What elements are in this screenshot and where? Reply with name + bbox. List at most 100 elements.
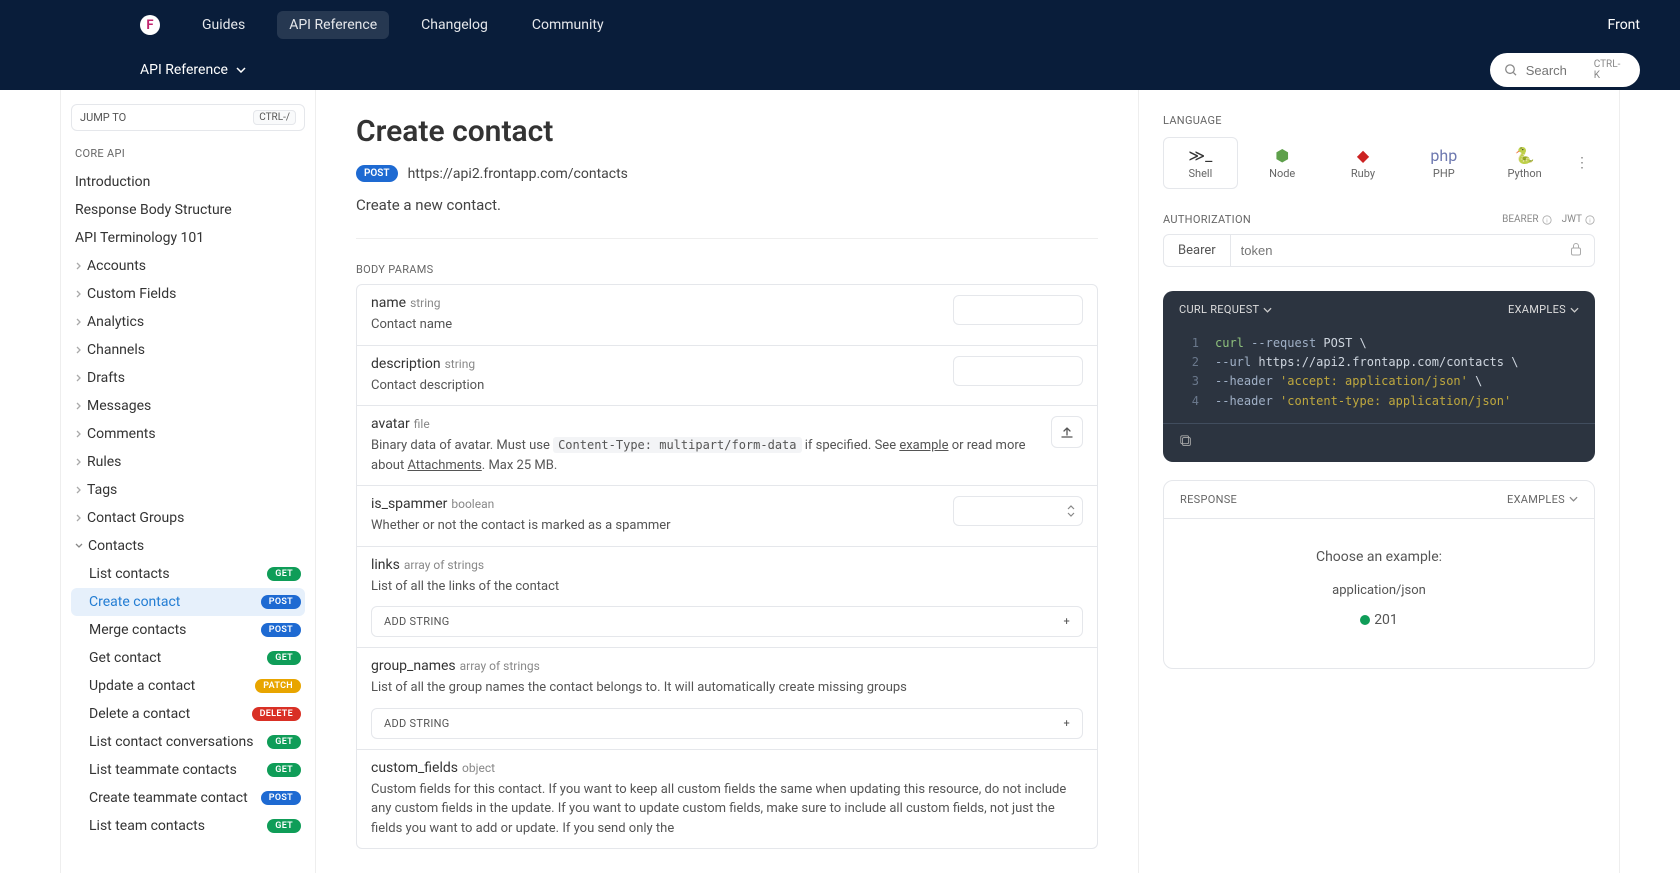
response-examples-dropdown[interactable]: EXAMPLES bbox=[1507, 493, 1578, 506]
sidebar-group[interactable]: Comments bbox=[71, 420, 305, 448]
more-languages-button[interactable]: ⋮ bbox=[1569, 149, 1595, 177]
chevron-right-icon bbox=[75, 514, 82, 522]
chevron-right-icon bbox=[75, 290, 82, 298]
chevron-down-icon bbox=[1569, 496, 1578, 502]
api-reference-dropdown[interactable]: API Reference bbox=[140, 62, 246, 78]
sidebar-endpoint[interactable]: List contact conversationsGET bbox=[71, 728, 305, 756]
param-row: custom_fieldsobjectCustom fields for thi… bbox=[357, 750, 1097, 849]
nav-link-api-reference[interactable]: API Reference bbox=[277, 11, 389, 39]
sidebar-endpoint[interactable]: Get contactGET bbox=[71, 644, 305, 672]
brand-name: Front bbox=[1608, 17, 1640, 33]
nav-link-community[interactable]: Community bbox=[520, 11, 616, 39]
code-examples-dropdown[interactable]: EXAMPLES bbox=[1508, 303, 1579, 316]
nav-link-guides[interactable]: Guides bbox=[190, 11, 257, 39]
sidebar-endpoint[interactable]: List teammate contactsGET bbox=[71, 756, 305, 784]
param-row: linksarray of stringsList of all the lin… bbox=[357, 547, 1097, 649]
upload-button[interactable] bbox=[1051, 416, 1083, 448]
info-icon: i bbox=[1585, 215, 1595, 225]
nav-link-changelog[interactable]: Changelog bbox=[409, 11, 500, 39]
code-title-dropdown[interactable]: CURL REQUEST bbox=[1179, 303, 1272, 316]
sidebar-endpoint[interactable]: Create teammate contactPOST bbox=[71, 784, 305, 812]
param-row: namestringContact name bbox=[357, 285, 1097, 346]
sub-title: API Reference bbox=[140, 62, 228, 78]
lang-tab-python[interactable]: 🐍Python bbox=[1488, 138, 1561, 188]
sidebar-group[interactable]: Rules bbox=[71, 448, 305, 476]
response-status[interactable]: 201 bbox=[1180, 612, 1578, 628]
sidebar-endpoint[interactable]: Delete a contactDELETE bbox=[71, 700, 305, 728]
stepper-icon bbox=[1066, 504, 1076, 518]
sidebar-endpoint[interactable]: List contactsGET bbox=[71, 560, 305, 588]
param-input[interactable] bbox=[953, 356, 1083, 386]
sidebar-group[interactable]: Custom Fields bbox=[71, 280, 305, 308]
chevron-right-icon bbox=[75, 318, 82, 326]
logo[interactable]: F bbox=[140, 15, 160, 35]
sidebar-group[interactable]: Accounts bbox=[71, 252, 305, 280]
sidebar-endpoint[interactable]: List team contactsGET bbox=[71, 812, 305, 840]
method-pill: POST bbox=[356, 165, 398, 182]
copy-icon[interactable] bbox=[1179, 436, 1193, 452]
lock-icon bbox=[1558, 242, 1594, 260]
lang-tab-ruby[interactable]: ◆Ruby bbox=[1327, 138, 1400, 188]
chevron-right-icon bbox=[75, 374, 82, 382]
sidebar-group[interactable]: Channels bbox=[71, 336, 305, 364]
param-row: group_namesarray of stringsList of all t… bbox=[357, 648, 1097, 750]
sidebar-endpoint[interactable]: Create contactPOST bbox=[71, 588, 305, 616]
body-params-label: BODY PARAMS bbox=[356, 263, 1098, 276]
search-box[interactable]: CTRL-K bbox=[1490, 53, 1640, 87]
chevron-right-icon bbox=[75, 346, 82, 354]
chevron-right-icon bbox=[75, 458, 82, 466]
svg-text:i: i bbox=[1546, 218, 1548, 224]
auth-token-input[interactable] bbox=[1231, 235, 1558, 266]
chevron-down-icon bbox=[236, 67, 246, 73]
param-input[interactable] bbox=[953, 295, 1083, 325]
page-title: Create contact bbox=[356, 114, 1098, 149]
response-mime[interactable]: application/json bbox=[1180, 583, 1578, 598]
sidebar-group[interactable]: Drafts bbox=[71, 364, 305, 392]
param-select[interactable] bbox=[953, 496, 1083, 526]
authorization-label: AUTHORIZATION bbox=[1163, 213, 1251, 226]
page-description: Create a new contact. bbox=[356, 196, 1098, 239]
auth-types: BEARER i JWT i bbox=[1502, 214, 1595, 225]
chevron-down-icon bbox=[75, 542, 83, 550]
sidebar-endpoint[interactable]: Merge contactsPOST bbox=[71, 616, 305, 644]
lang-tab-php[interactable]: phpPHP bbox=[1407, 138, 1480, 188]
svg-text:i: i bbox=[1589, 218, 1591, 224]
param-row: is_spammerbooleanWhether or not the cont… bbox=[357, 486, 1097, 547]
lang-tab-shell[interactable]: ≫_Shell bbox=[1163, 137, 1238, 189]
sidebar-group[interactable]: Tags bbox=[71, 476, 305, 504]
chevron-right-icon bbox=[75, 430, 82, 438]
chevron-down-icon bbox=[1263, 307, 1272, 313]
plus-icon: + bbox=[1063, 615, 1070, 628]
sidebar-group-contacts[interactable]: Contacts bbox=[71, 532, 305, 560]
upload-icon bbox=[1060, 425, 1074, 439]
param-row: descriptionstringContact description bbox=[357, 346, 1097, 407]
sidebar-item[interactable]: API Terminology 101 bbox=[71, 224, 305, 252]
lang-tab-node[interactable]: ⬢Node bbox=[1246, 138, 1319, 188]
add-string-button[interactable]: ADD STRING+ bbox=[371, 606, 1083, 637]
sidebar-item[interactable]: Introduction bbox=[71, 168, 305, 196]
chevron-right-icon bbox=[75, 402, 82, 410]
sidebar-group[interactable]: Contact Groups bbox=[71, 504, 305, 532]
response-prompt: Choose an example: bbox=[1180, 549, 1578, 565]
sidebar-group[interactable]: Analytics bbox=[71, 308, 305, 336]
search-icon bbox=[1504, 63, 1518, 77]
sidebar-endpoint[interactable]: Update a contactPATCH bbox=[71, 672, 305, 700]
section-label: CORE API bbox=[75, 147, 305, 160]
code-body: 1curl --request POST \2 --url https://ap… bbox=[1163, 328, 1595, 423]
param-row: avatarfileBinary data of avatar. Must us… bbox=[357, 406, 1097, 486]
auth-prefix: Bearer bbox=[1164, 235, 1231, 266]
plus-icon: + bbox=[1063, 717, 1070, 730]
sidebar-item[interactable]: Response Body Structure bbox=[71, 196, 305, 224]
jump-to-button[interactable]: JUMP TO CTRL-/ bbox=[71, 104, 305, 131]
search-input[interactable] bbox=[1526, 63, 1586, 78]
info-icon: i bbox=[1542, 215, 1552, 225]
response-label: RESPONSE bbox=[1180, 493, 1237, 506]
sidebar-group[interactable]: Messages bbox=[71, 392, 305, 420]
chevron-right-icon bbox=[75, 486, 82, 494]
add-string-button[interactable]: ADD STRING+ bbox=[371, 708, 1083, 739]
search-kbd: CTRL-K bbox=[1594, 59, 1626, 81]
chevron-right-icon bbox=[75, 262, 82, 270]
language-label: LANGUAGE bbox=[1163, 114, 1595, 127]
endpoint-url: https://api2.frontapp.com/contacts bbox=[408, 166, 628, 182]
chevron-down-icon bbox=[1570, 307, 1579, 313]
